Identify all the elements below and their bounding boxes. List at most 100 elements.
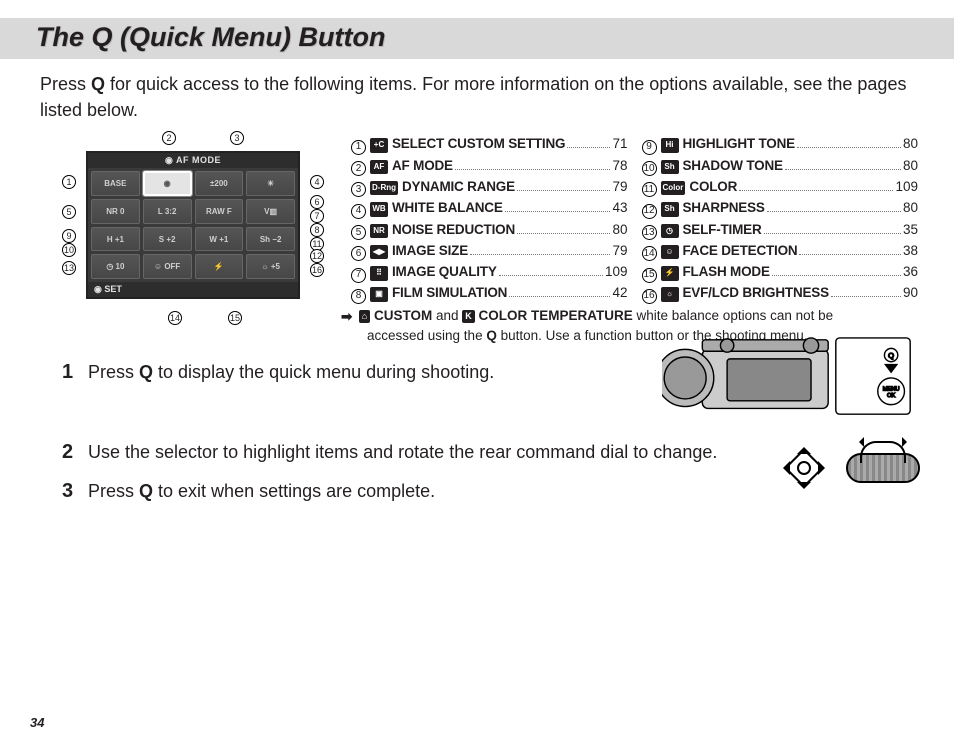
title-bar: The Q (Quick Menu) Button bbox=[0, 18, 954, 59]
lcd-cell: L 3:2 bbox=[143, 199, 192, 224]
index-row: 11ColorCOLOR109 bbox=[642, 176, 919, 197]
index-page: 109 bbox=[895, 176, 918, 197]
index-label: SHADOW TONE bbox=[683, 155, 783, 176]
index-icon: WB bbox=[370, 202, 388, 217]
lcd-cell: NR 0 bbox=[91, 199, 140, 224]
svg-text:MENU: MENU bbox=[883, 386, 900, 392]
index-row: 12 Sh SHARPNESS 80 bbox=[642, 197, 919, 218]
leader-dots bbox=[799, 254, 901, 255]
custom-icon: ⌂ bbox=[359, 310, 370, 324]
index-label: COLOR bbox=[689, 176, 737, 197]
index-number: 16 bbox=[642, 289, 657, 304]
note-q: Q bbox=[486, 328, 497, 343]
index-block: 1+CSELECT CUSTOM SETTING712AFAF MODE783D… bbox=[341, 131, 918, 346]
index-page: 42 bbox=[612, 282, 627, 303]
page-number: 34 bbox=[30, 715, 44, 730]
index-icon: ◀▶ bbox=[370, 245, 388, 260]
callout-number: 9 bbox=[62, 229, 76, 243]
note-line2a: accessed using the bbox=[367, 328, 486, 343]
index-icon: Sh bbox=[661, 202, 679, 217]
lcd-grid: BASE◉±200☀NR 0L 3:2RAW FV▥H +1S +2W +1Sh… bbox=[88, 168, 298, 282]
kelvin-icon: K bbox=[462, 310, 475, 324]
lcd-cell: ☀ bbox=[246, 171, 295, 196]
index-icon: AF bbox=[370, 160, 388, 175]
index-icon: +C bbox=[370, 138, 388, 153]
index-number: 3 bbox=[351, 182, 366, 197]
index-number: 4 bbox=[351, 204, 366, 219]
callout-number: 1 bbox=[62, 175, 76, 189]
index-label: NOISE REDUCTION bbox=[392, 219, 515, 240]
lcd-cell: H +1 bbox=[91, 227, 140, 252]
index-number: 6 bbox=[351, 246, 366, 261]
index-page: 80 bbox=[903, 197, 918, 218]
index-row: 1+CSELECT CUSTOM SETTING71 bbox=[351, 133, 628, 154]
leader-dots bbox=[455, 169, 611, 170]
step: 3Press Q to exit when settings are compl… bbox=[62, 479, 918, 504]
index-label: HIGHLIGHT TONE bbox=[683, 133, 795, 154]
step-number: 2 bbox=[62, 442, 80, 462]
index-row: 2AFAF MODE78 bbox=[351, 155, 628, 176]
index-icon: D-Rng bbox=[370, 181, 398, 196]
lcd-header-text: AF MODE bbox=[176, 155, 221, 165]
leader-dots bbox=[785, 169, 901, 170]
index-page: 80 bbox=[612, 219, 627, 240]
callout-number: 10 bbox=[62, 243, 76, 257]
index-label: SHARPNESS bbox=[683, 197, 765, 218]
lcd-set-label: SET bbox=[104, 284, 122, 294]
callout-number: 12 bbox=[310, 249, 324, 263]
index-label: FILM SIMULATION bbox=[392, 282, 507, 303]
lcd-header: ◉ AF MODE bbox=[88, 153, 298, 168]
lcd-cell: ⚡ bbox=[195, 254, 244, 279]
leader-dots bbox=[517, 233, 610, 234]
leader-dots bbox=[509, 296, 610, 297]
index-icon: ⠿ bbox=[370, 266, 388, 281]
q-glyph: Q bbox=[91, 74, 105, 94]
index-number: 1 bbox=[351, 140, 366, 155]
index-icon: ☼ bbox=[661, 287, 679, 302]
leader-dots bbox=[764, 233, 901, 234]
index-label: SELECT CUSTOM SETTING bbox=[392, 133, 565, 154]
step-text: Use the selector to highlight items and … bbox=[88, 440, 918, 465]
index-label: WHITE BALANCE bbox=[392, 197, 503, 218]
diagram-and-index: ◉ AF MODE BASE◉±200☀NR 0L 3:2RAW FV▥H +1… bbox=[36, 131, 918, 346]
index-icon: ▣ bbox=[370, 287, 388, 302]
index-row: 6◀▶IMAGE SIZE79 bbox=[351, 240, 628, 261]
index-row: 5NRNOISE REDUCTION80 bbox=[351, 219, 628, 240]
index-icon: ☺ bbox=[661, 245, 679, 260]
index-row: 7⠿IMAGE QUALITY109 bbox=[351, 261, 628, 282]
index-page: 80 bbox=[903, 133, 918, 154]
index-row: 13◷SELF-TIMER35 bbox=[642, 219, 919, 240]
index-label: SELF-TIMER bbox=[683, 219, 762, 240]
index-page: 79 bbox=[612, 176, 627, 197]
index-icon: Hi bbox=[661, 138, 679, 153]
lcd-cell: BASE bbox=[91, 171, 140, 196]
leader-dots bbox=[831, 296, 901, 297]
index-page: 35 bbox=[903, 219, 918, 240]
index-number: 11 bbox=[642, 182, 657, 197]
leader-dots bbox=[767, 211, 901, 212]
leader-dots bbox=[772, 275, 901, 276]
index-row: 9HiHIGHLIGHT TONE80 bbox=[642, 133, 919, 154]
note-tail: white balance options can not be bbox=[633, 308, 833, 323]
leader-dots bbox=[739, 190, 893, 191]
index-page: 90 bbox=[903, 282, 918, 303]
leader-dots bbox=[499, 275, 603, 276]
set-icon: ◉ bbox=[94, 284, 104, 294]
leader-dots bbox=[470, 254, 610, 255]
index-label: EVF/LCD BRIGHTNESS bbox=[683, 282, 829, 303]
af-mode-icon: ◉ bbox=[165, 155, 176, 165]
index-number: 14 bbox=[642, 246, 657, 261]
index-label: IMAGE QUALITY bbox=[392, 261, 497, 282]
q-button-label: Q bbox=[888, 351, 894, 360]
intro-text: Press bbox=[40, 74, 91, 94]
index-page: 36 bbox=[903, 261, 918, 282]
lcd-cell: ☺ OFF bbox=[143, 254, 192, 279]
note-arrow-icon: ➡ bbox=[341, 307, 355, 327]
svg-text:OK: OK bbox=[887, 393, 895, 399]
index-col-left: 1+CSELECT CUSTOM SETTING712AFAF MODE783D… bbox=[351, 133, 628, 304]
step-text: Press Q to exit when settings are comple… bbox=[88, 479, 918, 504]
index-label: FLASH MODE bbox=[683, 261, 770, 282]
index-number: 8 bbox=[351, 289, 366, 304]
index-number: 12 bbox=[642, 204, 657, 219]
callout-number: 2 bbox=[162, 131, 176, 145]
